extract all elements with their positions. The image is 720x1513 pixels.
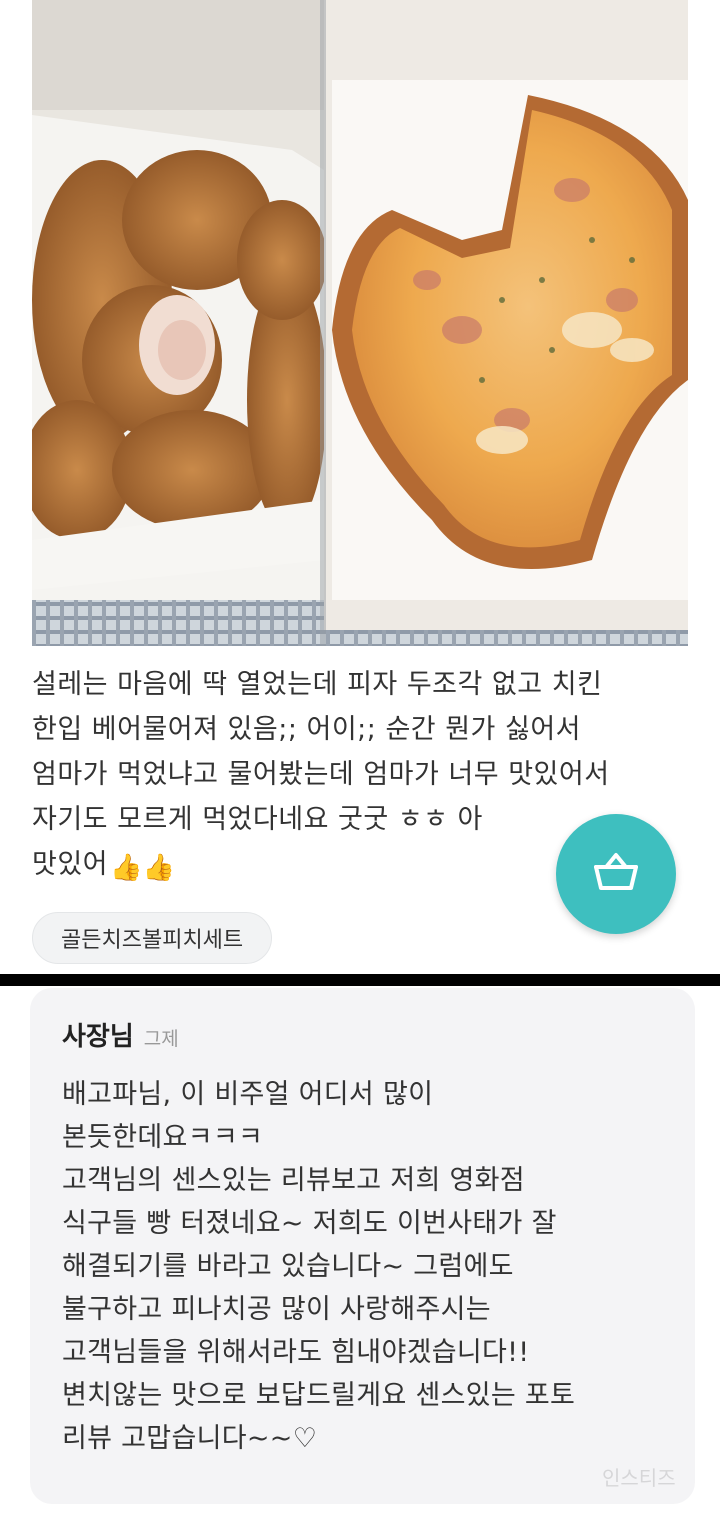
owner-reply-body: 배고파님, 이 비주얼 어디서 많이 본듯한데요ㅋㅋㅋ 고객님의 센스있는 리뷰… [62,1073,663,1460]
owner-reply-line: 해결되기를 바라고 있습니다~ 그럼에도 [62,1251,514,1282]
owner-reply-line: 배고파님, 이 비주얼 어디서 많이 [62,1079,434,1110]
review-line: 자기도 모르게 먹었다네요 굿굿 ㅎㅎ 아 [32,804,483,835]
watermark: 인스티즈 [602,1466,676,1490]
review-line: 엄마가 먹었냐고 물어봤는데 엄마가 너무 맛있어서 [32,759,610,790]
cart-button[interactable] [556,814,676,934]
review-photo[interactable] [32,0,688,646]
owner-reply-line: 리뷰 고맙습니다~~♡ [62,1423,318,1454]
menu-tag-chip[interactable]: 골든치즈볼피치세트 [32,912,273,964]
thumbs-up-emoji: 👍👍 [110,853,176,883]
section-divider [0,974,720,986]
owner-name: 사장님 [62,1022,134,1052]
reply-timestamp: 그제 [143,1028,179,1050]
owner-reply-line: 고객님의 센스있는 리뷰보고 저희 영화점 [62,1165,525,1196]
owner-reply-line: 식구들 빵 터졌네요~ 저희도 이번사태가 잘 [62,1208,557,1239]
review-line-text: 맛있어 [32,849,109,880]
owner-reply-line: 변치않는 맛으로 보답드릴게요 센스있는 포토 [62,1380,576,1411]
owner-reply-line: 고객님들을 위해서라도 힘내야겠습니다!! [62,1337,530,1368]
review-line: 설레는 마음에 딱 열었는데 피자 두조각 없고 치킨 [32,669,603,700]
owner-reply-header: 사장님 그제 [62,1016,663,1053]
shopping-basket-icon [593,852,639,896]
owner-reply-line: 불구하고 피나치공 많이 사랑해주시는 [62,1294,491,1325]
review-line: 한입 베어물어져 있음;; 어이;; 순간 뭔가 싫어서 [32,714,582,745]
owner-reply-line: 본듯한데요ㅋㅋㅋ [62,1122,264,1153]
owner-reply-card: 사장님 그제 배고파님, 이 비주얼 어디서 많이 본듯한데요ㅋㅋㅋ 고객님의 … [30,988,695,1504]
